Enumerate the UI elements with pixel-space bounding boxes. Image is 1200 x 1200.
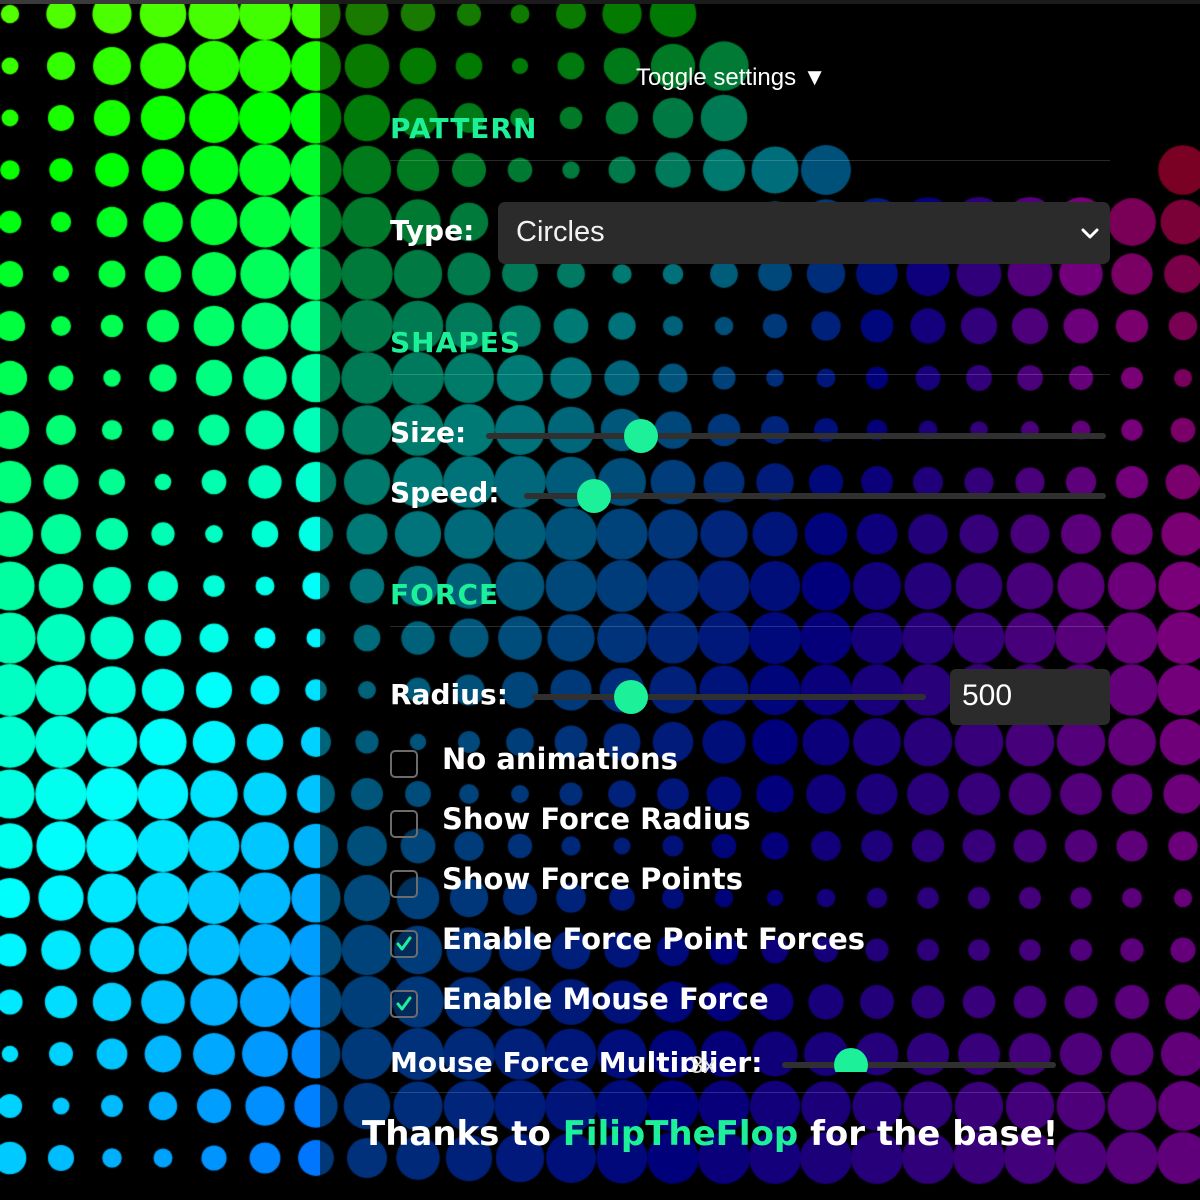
checkbox-label: No animations <box>442 742 678 776</box>
size-slider-thumb[interactable] <box>624 419 658 453</box>
footer-divider <box>390 1092 1110 1093</box>
checkbox-row[interactable]: Enable Force Point Forces <box>390 922 1110 964</box>
type-label: Type: <box>390 214 475 247</box>
type-select-value: Circles <box>516 216 605 248</box>
credit-prefix: Thanks to <box>362 1114 563 1154</box>
check-icon <box>396 996 412 1011</box>
radius-input[interactable]: 500 <box>950 669 1110 725</box>
settings-panel: PATTERN Type: Circles SHAPES Size: Speed… <box>390 0 1110 1072</box>
credit-link[interactable]: FilipTheFlop <box>563 1114 799 1154</box>
size-slider[interactable] <box>486 433 1106 439</box>
checkbox-row[interactable]: Enable Mouse Force <box>390 982 1110 1024</box>
shapes-section-title: SHAPES <box>390 326 522 359</box>
type-select[interactable]: Circles <box>498 202 1110 264</box>
checkbox-label: Enable Force Point Forces <box>442 922 866 956</box>
pattern-divider <box>390 160 1110 161</box>
credit-suffix: for the base! <box>798 1114 1059 1154</box>
checkbox[interactable] <box>390 990 418 1018</box>
size-label: Size: <box>390 416 467 449</box>
radius-label: Radius: <box>390 678 508 711</box>
pattern-section-title: PATTERN <box>390 112 538 145</box>
credit-text: Thanks to FilipTheFlop for the base! <box>362 1114 1058 1154</box>
checkbox[interactable] <box>390 930 418 958</box>
radius-slider-thumb[interactable] <box>613 680 648 714</box>
radius-slider[interactable] <box>532 694 926 700</box>
radius-input-value: 500 <box>962 679 1013 712</box>
checkbox-row[interactable]: Show Force Radius <box>390 802 1110 844</box>
checkbox[interactable] <box>390 810 418 838</box>
chevron-down-icon <box>1081 228 1099 239</box>
checkbox-label: Show Force Points <box>442 862 744 896</box>
mouse-force-multiplier-value: 3x <box>690 1052 716 1079</box>
checkbox-row[interactable]: No animations <box>390 742 1110 784</box>
checkbox[interactable] <box>390 870 418 898</box>
speed-slider-thumb[interactable] <box>576 479 611 513</box>
speed-label: Speed: <box>390 476 500 509</box>
checkbox-label: Show Force Radius <box>442 802 751 836</box>
check-icon <box>396 936 412 951</box>
mouse-force-multiplier-slider[interactable] <box>782 1062 1056 1068</box>
mouse-force-multiplier-thumb[interactable] <box>833 1048 868 1072</box>
speed-slider[interactable] <box>524 493 1106 499</box>
checkbox-label: Enable Mouse Force <box>442 982 769 1016</box>
force-section-title: FORCE <box>390 578 500 611</box>
checkbox[interactable] <box>390 750 418 778</box>
checkbox-row[interactable]: Show Force Points <box>390 862 1110 904</box>
force-divider <box>390 626 1110 627</box>
shapes-divider <box>390 374 1110 375</box>
